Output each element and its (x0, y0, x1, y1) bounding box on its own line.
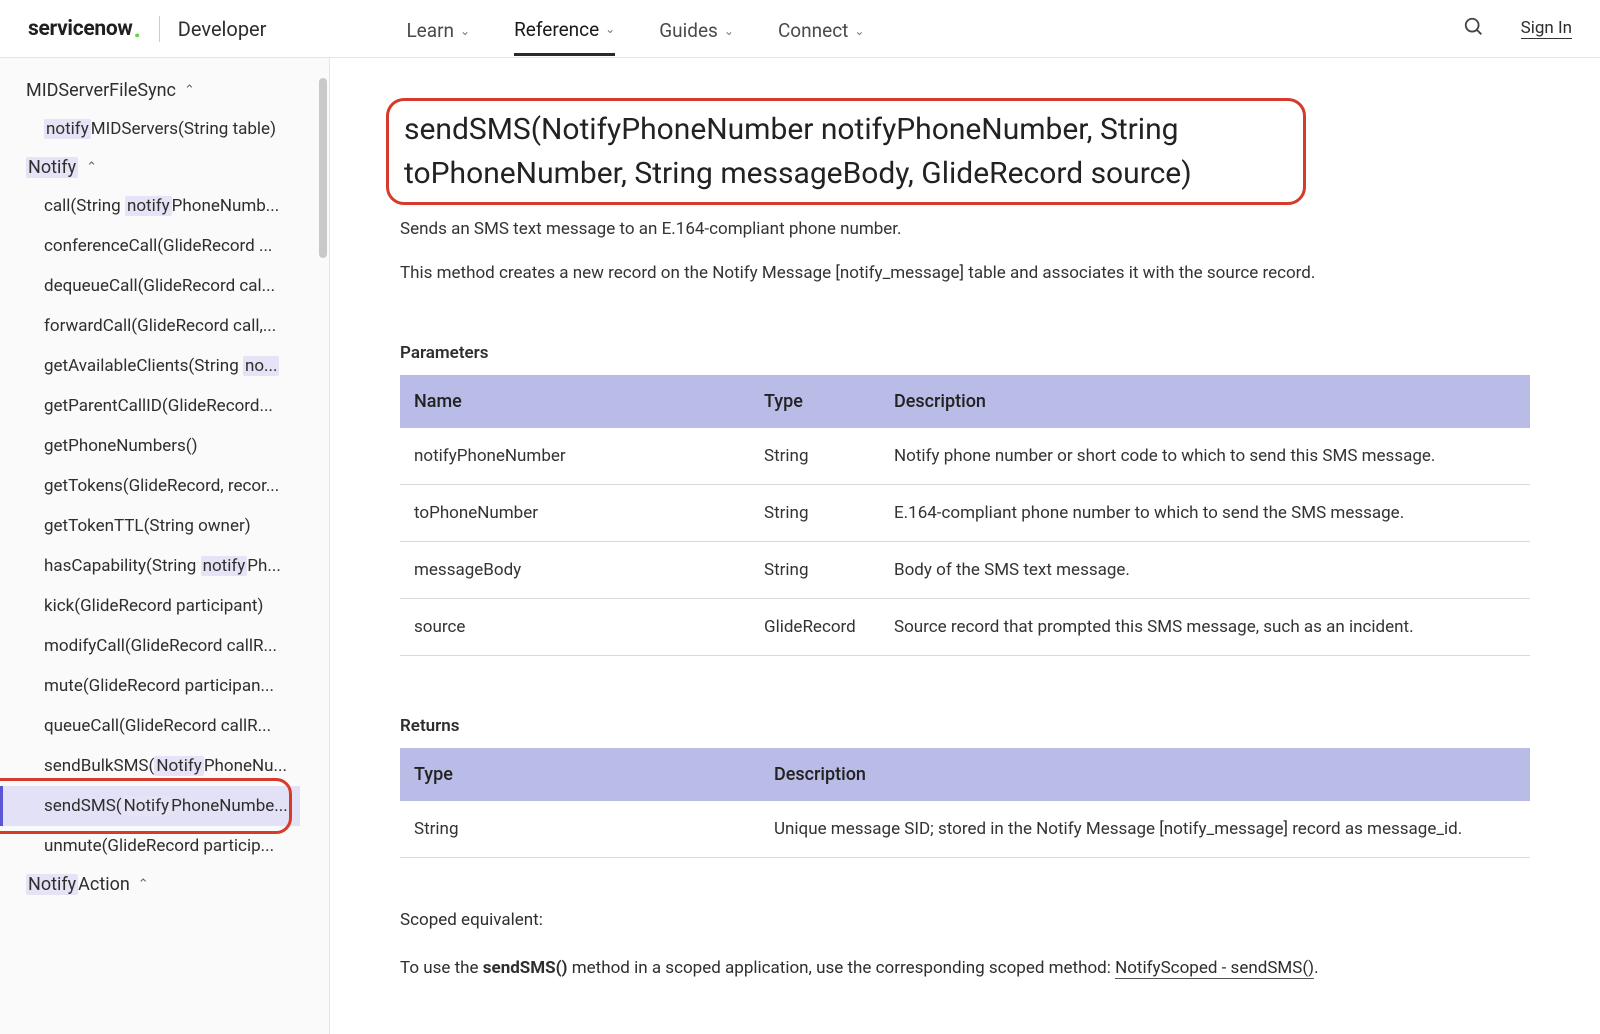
description-text: This method creates a new record on the … (400, 263, 1530, 283)
sidebar-item[interactable]: mute(GlideRecord participan... (0, 666, 300, 706)
chevron-up-icon: ⌃ (86, 160, 97, 175)
sidebar-item[interactable]: sendBulkSMS(NotifyPhoneNu... (0, 746, 300, 786)
chevron-up-icon: ⌃ (184, 83, 195, 98)
nav-learn[interactable]: Learn⌄ (406, 2, 470, 56)
sidebar-item[interactable]: getTokens(GlideRecord, recor... (0, 466, 300, 506)
sidebar-item[interactable]: sendSMS(NotifyPhoneNumbe... (0, 786, 300, 826)
brand-logo[interactable]: servicenow. (28, 17, 141, 41)
nav-guides[interactable]: Guides⌄ (659, 2, 734, 56)
search-icon[interactable] (1463, 16, 1485, 42)
th-desc: Description (760, 748, 1530, 801)
table-row: toPhoneNumberStringE.164-compliant phone… (400, 485, 1530, 542)
chevron-down-icon: ⌄ (460, 24, 470, 38)
highlight-annotation (386, 98, 1306, 205)
table-row: StringUnique message SID; stored in the … (400, 801, 1530, 858)
parameters-table: Name Type Description notifyPhoneNumberS… (400, 375, 1530, 656)
sidebar-item[interactable]: getAvailableClients(String no... (0, 346, 300, 386)
sidebar-group-midserverfilesync[interactable]: MIDServerFileSync ⌃ (0, 72, 329, 109)
chevron-up-icon: ⌃ (138, 877, 149, 892)
nav-reference[interactable]: Reference⌄ (514, 2, 615, 56)
sidebar-item[interactable]: getTokenTTL(String owner) (0, 506, 300, 546)
sidebar-item[interactable]: getParentCallID(GlideRecord... (0, 386, 300, 426)
lead-text: Sends an SMS text message to an E.164-co… (400, 219, 1530, 239)
sidebar-group-notifyaction[interactable]: NotifyAction ⌃ (0, 866, 329, 903)
sign-in-link[interactable]: Sign In (1521, 18, 1572, 39)
sidebar-item[interactable]: hasCapability(String notifyPh... (0, 546, 300, 586)
table-row: notifyPhoneNumberStringNotify phone numb… (400, 428, 1530, 485)
th-type: Type (750, 375, 880, 428)
sidebar-item[interactable]: kick(GlideRecord participant) (0, 586, 300, 626)
sidebar-item[interactable]: unmute(GlideRecord particip... (0, 826, 300, 866)
sidebar-item[interactable]: forwardCall(GlideRecord call,... (0, 306, 300, 346)
returns-table: Type Description StringUnique message SI… (400, 748, 1530, 858)
sidebar-group-notify[interactable]: Notify ⌃ (0, 149, 329, 186)
scoped-equivalent-label: Scoped equivalent: (400, 910, 1530, 930)
sidebar-item[interactable]: queueCall(GlideRecord callR... (0, 706, 300, 746)
chevron-down-icon: ⌄ (605, 22, 615, 36)
scoped-equivalent-text: To use the sendSMS() method in a scoped … (400, 958, 1530, 978)
sidebar: MIDServerFileSync ⌃ notifyMIDServers(Str… (0, 58, 330, 1034)
parameters-heading: Parameters (400, 343, 1530, 363)
returns-heading: Returns (400, 716, 1530, 736)
sidebar-item[interactable]: modifyCall(GlideRecord callR... (0, 626, 300, 666)
chevron-down-icon: ⌄ (854, 24, 864, 38)
nav-connect[interactable]: Connect⌄ (778, 2, 865, 56)
sidebar-item[interactable]: getPhoneNumbers() (0, 426, 300, 466)
table-row: sourceGlideRecordSource record that prom… (400, 599, 1530, 656)
th-desc: Description (880, 375, 1530, 428)
main-content: sendSMS(NotifyPhoneNumber notifyPhoneNum… (330, 58, 1600, 1034)
th-name: Name (400, 375, 750, 428)
sidebar-item[interactable]: notifyMIDServers(String table) (0, 109, 300, 149)
sidebar-item[interactable]: dequeueCall(GlideRecord cal... (0, 266, 300, 306)
divider (159, 16, 160, 42)
scrollbar[interactable] (319, 78, 327, 258)
nav-menu: Learn⌄ Reference⌄ Guides⌄ Connect⌄ (406, 2, 864, 56)
sidebar-item[interactable]: call(String notifyPhoneNumb... (0, 186, 300, 226)
chevron-down-icon: ⌄ (724, 24, 734, 38)
table-row: messageBodyStringBody of the SMS text me… (400, 542, 1530, 599)
scoped-link[interactable]: NotifyScoped - sendSMS() (1115, 958, 1314, 979)
portal-name[interactable]: Developer (178, 17, 267, 41)
th-type: Type (400, 748, 760, 801)
sidebar-item[interactable]: conferenceCall(GlideRecord ... (0, 226, 300, 266)
top-bar: servicenow. Developer Learn⌄ Reference⌄ … (0, 0, 1600, 58)
brand-text: servicenow (28, 17, 133, 41)
